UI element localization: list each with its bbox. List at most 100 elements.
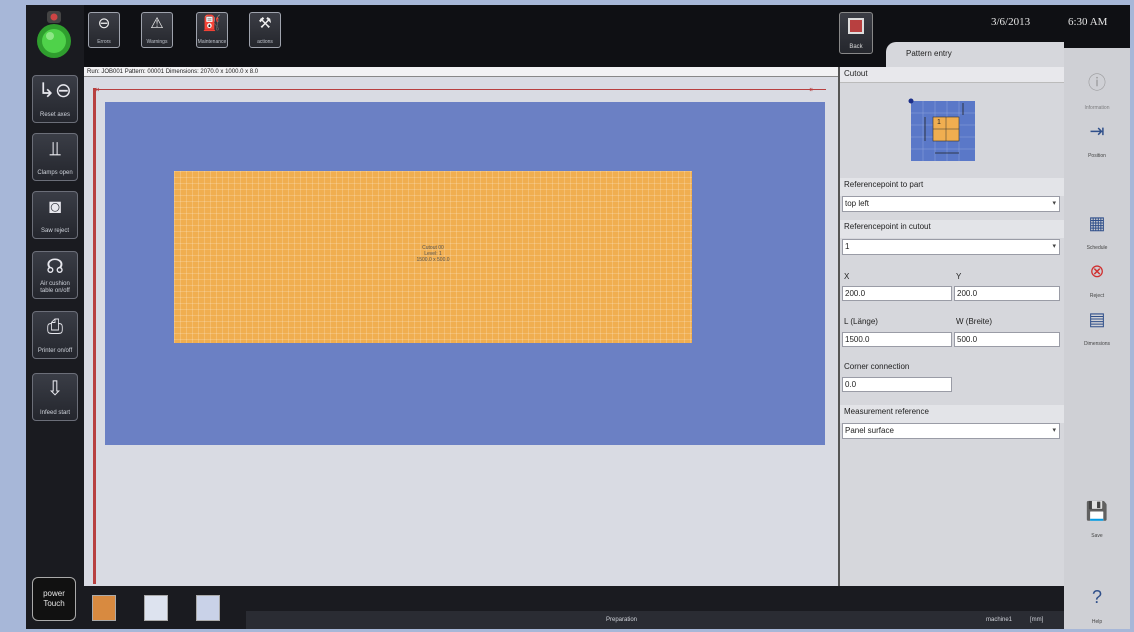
errors-button[interactable]: ⊖ Errors (88, 12, 120, 48)
status-center-text: Preparation (606, 617, 638, 623)
infeed-start-button[interactable]: ⇩ Infeed start (32, 373, 78, 421)
dimensions-button[interactable]: ▤ Dimensions (1070, 304, 1124, 350)
right-action-bar: ⓘ Information ⇥ Position ▦ Schedule ⊗ Re… (1064, 48, 1130, 629)
reject-button[interactable]: ⊗ Reject (1070, 256, 1124, 302)
cutout-part-label: Cutout 00 Level: 1 1500.0 x 500.0 (174, 245, 692, 263)
axes-reset-icon: ↳⊖ (38, 80, 72, 102)
back-label: Back (849, 44, 863, 50)
schedule-button[interactable]: ▦ Schedule (1070, 208, 1124, 254)
pattern-list-icon[interactable] (144, 595, 168, 621)
pattern-info-bar: Run: JOB001 Pattern: 00001 Dimensions: 2… (84, 67, 838, 77)
reject-label: Reject (1089, 293, 1105, 299)
tools-icon: ⚒ (258, 15, 272, 32)
back-button[interactable]: Back (839, 12, 873, 54)
tab-pattern-entry[interactable]: Pattern entry (886, 42, 1064, 67)
x-field[interactable]: 200.0 (842, 286, 952, 301)
dimensions-label: Dimensions (1083, 341, 1111, 347)
corner-connection-field[interactable]: 0.0 (842, 377, 952, 392)
printer-label: Printer on/off (37, 348, 73, 354)
clamps-icon: ⫫ (49, 138, 61, 160)
cutout-reference-diagram: 1 (905, 95, 977, 163)
width-label: W (Breite) (956, 317, 992, 326)
errors-label: Errors (97, 39, 111, 45)
dimension-arrow-left-icon: ⇤ (96, 85, 103, 94)
schedule-icon: ▦ (1088, 213, 1106, 233)
saw-reject-button[interactable]: ◙ Saw reject (32, 191, 78, 239)
chevron-down-icon: ▾ (1052, 243, 1056, 250)
printer-button[interactable]: ⎙ Printer on/off (32, 311, 78, 359)
length-field[interactable]: 1500.0 (842, 332, 952, 347)
actions-label: actions (257, 39, 273, 45)
position-label: Position (1088, 153, 1106, 159)
saw-reject-label: Saw reject (40, 228, 69, 234)
maintenance-label: Maintenance (197, 39, 227, 45)
air-cushion-icon: ☊ (46, 256, 64, 278)
cutout-properties-panel: Cutout 1 Referencepoint to part top left… (838, 67, 1064, 612)
y-field[interactable]: 200.0 (954, 286, 1060, 301)
reset-axes-label: Reset axes (39, 112, 70, 118)
corner-connection-label: Corner connection (844, 362, 910, 371)
left-reference-line (93, 88, 96, 584)
clamps-open-button[interactable]: ⫫ Clamps open (32, 133, 78, 181)
actions-button[interactable]: ⚒ actions (249, 12, 281, 48)
ref-to-part-select[interactable]: top left ▾ (842, 196, 1060, 212)
top-dimension-line (96, 89, 826, 90)
info-icon: ⓘ (1088, 73, 1106, 93)
save-button[interactable]: 💾 Save (1070, 496, 1124, 542)
ref-to-part-label: Referencepoint to part (840, 178, 1064, 196)
clock-mode-icon[interactable] (92, 595, 116, 621)
cutout-diagram-icon (908, 98, 975, 161)
air-cushion-button[interactable]: ☊ Air cushion table on/off (32, 251, 78, 299)
cutout-part[interactable]: Cutout 00 Level: 1 1500.0 x 500.0 (174, 171, 692, 343)
chevron-down-icon: ▾ (1052, 427, 1056, 434)
x-label: X (844, 272, 850, 281)
help-icon: ? (1091, 587, 1102, 607)
time-display: 6:30 AM (1068, 16, 1108, 28)
help-label: Help (1091, 619, 1103, 625)
width-field[interactable]: 500.0 (954, 332, 1060, 347)
ref-in-cutout-select[interactable]: 1 ▾ (842, 239, 1060, 255)
reset-axes-button[interactable]: ↳⊖ Reset axes (32, 75, 78, 123)
measurement-reference-value: Panel surface (845, 426, 894, 435)
measurement-reference-select[interactable]: Panel surface ▾ (842, 423, 1060, 439)
position-button[interactable]: ⇥ Position (1070, 116, 1124, 162)
ref-in-cutout-value: 1 (845, 242, 850, 251)
clamps-open-label: Clamps open (37, 170, 73, 176)
oilcan-icon: ⛽ (202, 15, 222, 32)
status-machine: machine1 (986, 617, 1013, 623)
infeed-icon: ⇩ (46, 378, 64, 400)
infeed-start-label: Infeed start (39, 410, 71, 416)
machine-status-light-icon (37, 11, 71, 58)
information-button[interactable]: ⓘ Information (1070, 68, 1124, 114)
y-label: Y (956, 272, 962, 281)
date-display: 3/6/2013 (991, 16, 1031, 28)
reject-icon: ⊗ (1089, 261, 1105, 281)
chevron-down-icon: ▾ (1052, 200, 1056, 207)
dimension-arrow-right-icon: ⇥ (806, 85, 813, 94)
position-icon: ⇥ (1089, 121, 1105, 141)
cutout-diagram-number: 1 (937, 119, 941, 126)
cutout-section-title: Cutout (840, 67, 1064, 83)
air-cushion-label: Air cushion table on/off (40, 281, 70, 294)
schedule-label: Schedule (1086, 245, 1108, 251)
measurement-reference-label: Measurement reference (840, 405, 1064, 423)
warnings-label: Warnings (146, 39, 168, 45)
cutout-label-line: 1500.0 x 500.0 (416, 257, 450, 263)
save-icon: 💾 (1085, 501, 1109, 521)
maintenance-button[interactable]: ⛽ Maintenance (196, 12, 228, 48)
ref-to-part-value: top left (845, 199, 870, 208)
saw-icon: ◙ (48, 196, 62, 218)
back-icon (848, 18, 864, 34)
warnings-button[interactable]: ⚠ Warnings (141, 12, 173, 48)
left-toolbar: ↳⊖ Reset axes ⫫ Clamps open ◙ Saw reject… (26, 5, 84, 629)
status-unit: [mm] (1030, 617, 1044, 623)
help-button[interactable]: ? Help (1070, 582, 1124, 628)
printer-icon: ⎙ (47, 316, 63, 338)
ref-in-cutout-label: Referencepoint in cutout (840, 220, 1064, 238)
dimensions-icon: ▤ (1088, 309, 1106, 329)
pattern-view-icon[interactable] (196, 595, 220, 621)
tab-pattern-entry-label: Pattern entry (906, 49, 952, 58)
information-label: Information (1084, 105, 1110, 111)
power-touch-logo[interactable]: power Touch (32, 577, 76, 621)
status-bar: Preparation machine1 [mm] (246, 611, 1064, 629)
